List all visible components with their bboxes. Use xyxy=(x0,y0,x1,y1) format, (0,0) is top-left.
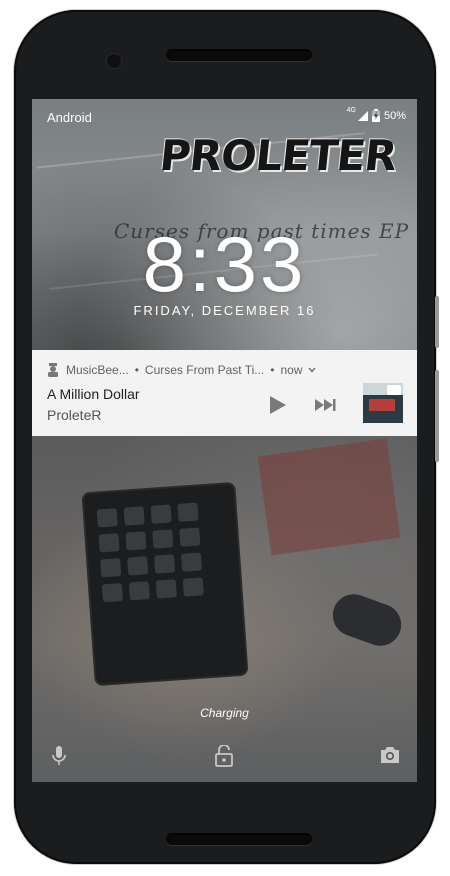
media-notification[interactable]: MusicBee... • Curses From Past Ti... • n… xyxy=(32,350,417,436)
app-name: MusicBee... xyxy=(66,363,129,377)
chevron-down-icon[interactable] xyxy=(308,367,316,373)
lockscreen-date: FRIDAY, DECEMBER 16 xyxy=(133,303,316,318)
lockscreen-clock: 8:33 xyxy=(142,220,307,308)
notification-header: MusicBee... • Curses From Past Ti... • n… xyxy=(46,363,316,377)
volume-button[interactable] xyxy=(435,370,439,462)
track-artist: ProleteR xyxy=(47,407,102,423)
carrier-label: Android xyxy=(47,110,92,125)
play-icon[interactable] xyxy=(266,394,288,416)
earpiece-speaker xyxy=(166,49,312,61)
battery-percent: 50% xyxy=(383,109,406,122)
microphone-icon[interactable] xyxy=(50,745,68,767)
logo-text: PROLETER xyxy=(157,131,399,180)
header-separator-2: • xyxy=(270,363,275,377)
bottom-speaker xyxy=(166,833,312,845)
charging-label: Charging xyxy=(200,706,249,720)
track-title: A Million Dollar xyxy=(47,386,140,402)
status-bar: Android 4G 50% xyxy=(32,99,417,135)
lock-screen: PROLETER Curses from past times EP Andro… xyxy=(32,99,417,782)
wallpaper-record xyxy=(257,438,401,556)
app-icon xyxy=(48,363,58,377)
signal-icon xyxy=(357,110,368,121)
album-art xyxy=(363,383,403,423)
network-label: 4G xyxy=(346,107,356,114)
unlock-icon[interactable] xyxy=(214,745,234,767)
header-separator: • xyxy=(134,363,139,377)
wallpaper-drum-pad xyxy=(83,483,247,685)
front-camera xyxy=(107,54,121,68)
battery-icon xyxy=(371,109,380,122)
notification-time: now xyxy=(280,363,303,377)
status-icons: 4G 50% xyxy=(346,107,406,122)
power-button[interactable] xyxy=(435,296,439,348)
album-name: Curses From Past Ti... xyxy=(144,363,265,377)
skip-next-icon[interactable] xyxy=(313,394,337,416)
camera-icon[interactable] xyxy=(379,745,401,765)
